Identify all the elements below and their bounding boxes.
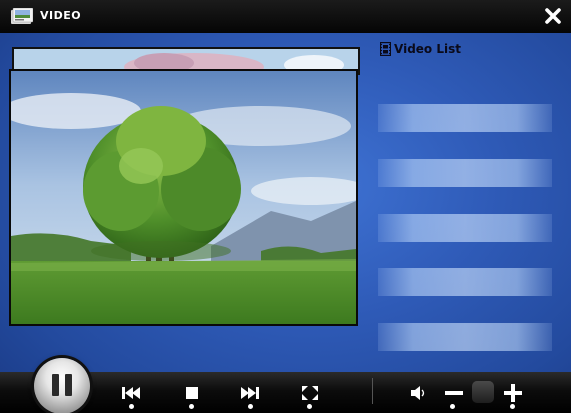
speaker-icon[interactable] [408,384,430,402]
indicator-dot [450,404,455,409]
video-list-item[interactable] [378,268,552,296]
pause-button[interactable] [34,358,90,413]
indicator-dot [189,404,194,409]
video-list-item[interactable] [378,214,552,242]
indicator-dot [307,404,312,409]
indicator-dot [510,404,515,409]
window-title: VIDEO [40,9,82,22]
title-bar: VIDEO [0,0,571,33]
volume-slider-knob[interactable] [472,381,494,403]
video-player-window: VIDEO Video List [0,0,571,413]
video-list-item[interactable] [378,323,552,351]
pause-icon [52,374,72,396]
close-icon[interactable] [543,6,563,26]
fullscreen-icon[interactable] [299,384,321,402]
volume-up-icon[interactable] [502,384,524,402]
video-list-item[interactable] [378,104,552,132]
volume-down-icon[interactable] [443,384,465,402]
indicator-dot [248,404,253,409]
control-separator [372,378,373,404]
indicator-dot [129,404,134,409]
skip-previous-icon[interactable] [120,384,142,402]
video-list-header[interactable]: Video List [380,40,461,58]
video-app-icon [11,8,33,24]
film-icon [380,42,391,56]
video-list-title: Video List [394,42,461,56]
video-display[interactable] [9,69,358,326]
skip-next-icon[interactable] [239,384,261,402]
video-list-item[interactable] [378,159,552,187]
stop-icon[interactable] [181,384,203,402]
video-frame-image [11,71,356,324]
